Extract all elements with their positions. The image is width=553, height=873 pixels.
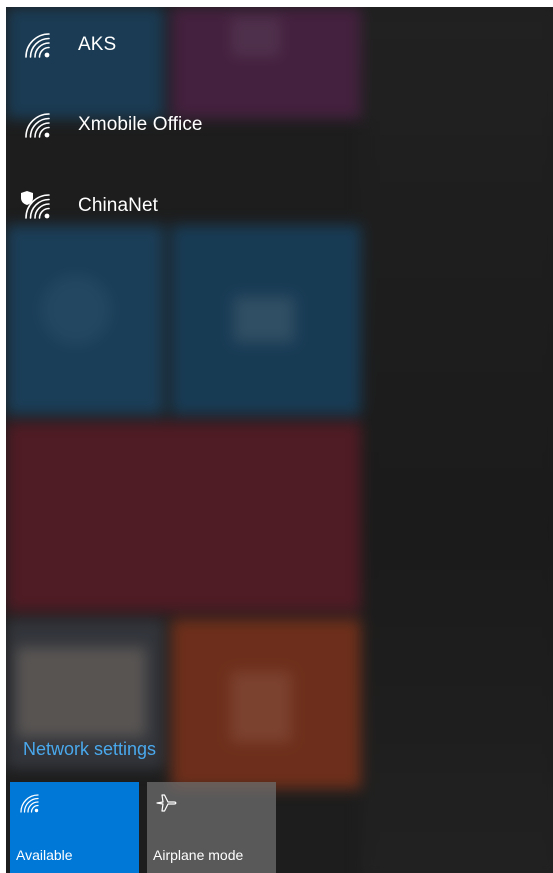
screen: AKS Xmobile Office ChinaNet Network sett… [0, 0, 553, 873]
airplane-mode-button[interactable]: Airplane mode [147, 782, 276, 873]
wifi-toggle-button[interactable]: Available [10, 782, 139, 873]
airplane-mode-label: Airplane mode [153, 847, 244, 863]
network-name: ChinaNet [78, 195, 159, 216]
wifi-toggle-label: Available [16, 847, 73, 863]
wifi-icon [25, 194, 50, 219]
network-flyout: AKS Xmobile Office ChinaNet Network sett… [6, 7, 553, 873]
wifi-icon [20, 794, 39, 813]
wifi-icon [25, 33, 50, 58]
network-name: Xmobile Office [78, 114, 203, 135]
network-name: AKS [78, 34, 117, 55]
airplane-icon [156, 794, 177, 812]
network-item-aks[interactable]: AKS [6, 15, 356, 75]
network-item-chinanet[interactable]: ChinaNet [6, 176, 356, 236]
network-settings-link[interactable]: Network settings [23, 739, 156, 760]
network-item-xmobile-office[interactable]: Xmobile Office [6, 95, 356, 155]
wifi-icon [25, 113, 50, 138]
